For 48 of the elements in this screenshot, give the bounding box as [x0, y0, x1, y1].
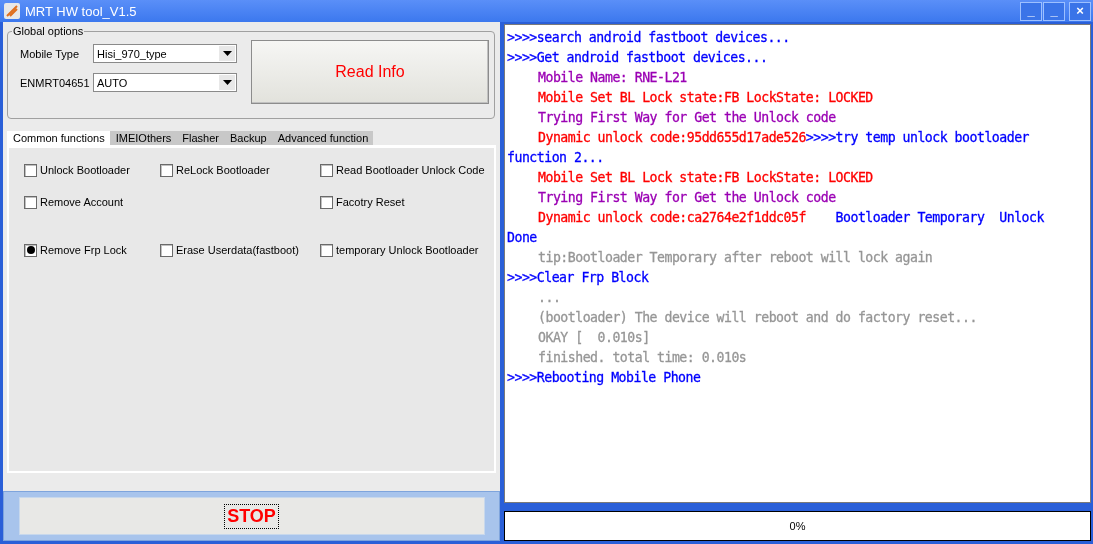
log-line: Mobile Set BL Lock state:FB LockState: LOCKED [537, 169, 874, 187]
log-line: Dynamic unlock code:ca2764e2f1ddc05f Bootloader Temporary Unlock [537, 209, 1045, 227]
log-line: OKAY [ 0.010s] [537, 329, 651, 347]
window-title: MRT HW tool_V1.5 [25, 3, 138, 19]
log-line: >>>>Clear Frp Block [507, 269, 650, 287]
window-control-button[interactable]: × [1069, 1, 1091, 21]
checkbox[interactable] [160, 163, 173, 177]
checkbox[interactable] [320, 195, 333, 209]
option-label: temporary Unlock Bootloader [336, 244, 479, 256]
dropdown[interactable]: Hisi_970_type [93, 44, 237, 63]
window-control-button[interactable]: _ [1043, 1, 1065, 21]
option-label: Unlock Bootloader [40, 164, 130, 176]
checkbox[interactable] [24, 163, 37, 177]
tab[interactable]: Common functions [7, 131, 110, 145]
app-icon [4, 3, 20, 19]
log-line: Done [507, 229, 538, 247]
caret-icon [222, 51, 232, 56]
window-control-button[interactable]: _ [1020, 1, 1042, 21]
log-line: Dynamic unlock code:95dd655d17ade526>>>>try temp unlock bootloader [537, 129, 1030, 147]
option-label: Remove Frp Lock [40, 244, 127, 256]
option-label: Read Bootloader Unlock Code [336, 164, 485, 176]
log-line: tip:Bootloader Temporary after reboot will lock again [537, 249, 934, 267]
caret-icon [222, 80, 232, 85]
option-label: ReLock Bootloader [176, 164, 270, 176]
log-line: >>>>Get android fastboot devices... [507, 49, 769, 67]
radio-button[interactable] [24, 243, 37, 257]
field-label: Mobile Type [20, 47, 81, 60]
field-label: ENMRT04651 [20, 76, 89, 89]
checkbox[interactable] [320, 243, 333, 257]
log-line: (bootloader) The device will reboot and do factory reset... [537, 309, 978, 327]
log-line: ... [537, 289, 562, 307]
dropdown[interactable]: AUTO [93, 73, 237, 92]
log-line: Trying First Way for Get the Unlock code [537, 189, 837, 207]
log-line: >>>>Rebooting Mobile Phone [507, 369, 702, 387]
log-line: >>>>search android fastboot devices... [507, 29, 791, 47]
log-line: Mobile Set BL Lock state:FB LockState: LOCKED [537, 89, 874, 107]
option-label: Remove Account [40, 196, 124, 208]
checkbox[interactable] [160, 243, 173, 257]
log-line: Trying First Way for Get the Unlock code [537, 109, 837, 127]
option-label: Erase Userdata(fastboot) [176, 244, 299, 256]
option-label: Facotry Reset [336, 196, 405, 208]
log-line: finished. total time: 0.010s [537, 349, 748, 367]
checkbox[interactable] [24, 195, 37, 209]
log-line: Mobile Name: RNE-L21 [537, 69, 688, 87]
checkbox[interactable] [320, 163, 333, 177]
log-line: function 2... [507, 149, 605, 167]
progress-text: 0% [789, 520, 806, 532]
group-title: Global options [12, 25, 85, 37]
